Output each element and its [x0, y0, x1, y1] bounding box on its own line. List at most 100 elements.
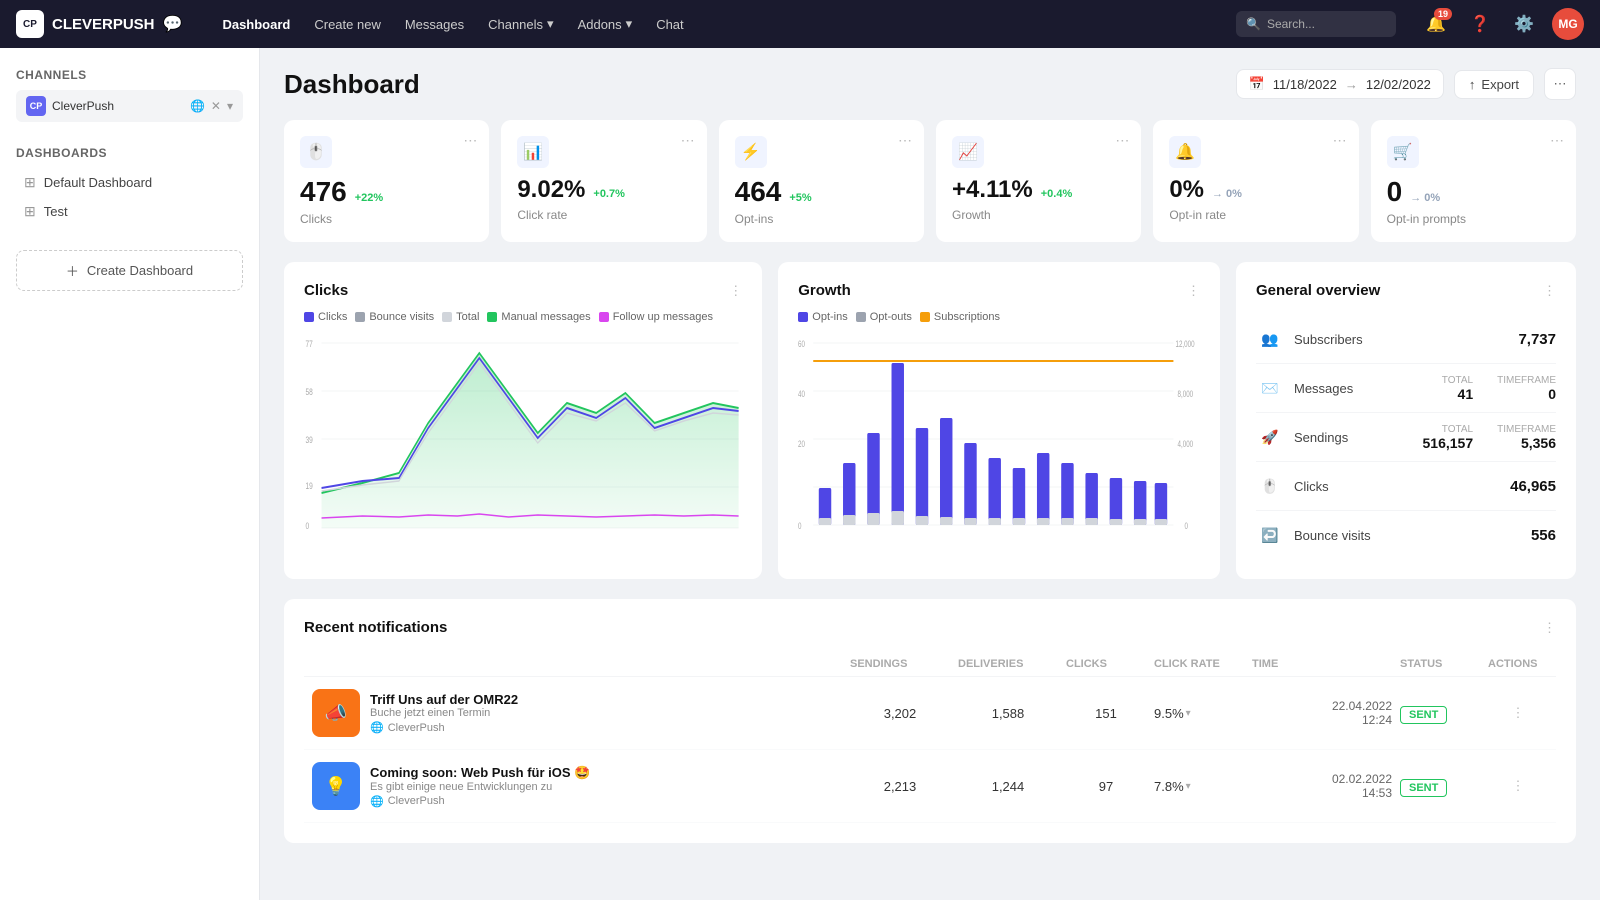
- notif-deliveries-0: 1,588: [958, 706, 1058, 721]
- legend-total: Total: [442, 311, 479, 323]
- notifications-table-header: Sendings Deliveries Clicks Click rate Ti…: [304, 652, 1556, 677]
- sent-badge-1: SENT: [1400, 779, 1447, 797]
- click-rate-value: 9.02%: [517, 178, 585, 202]
- col-status: Status: [1400, 658, 1480, 670]
- sendings-icon: 🚀: [1256, 423, 1284, 451]
- col-click-rate: Click rate: [1154, 658, 1244, 670]
- click-rate-more-button[interactable]: ⋯: [681, 132, 695, 149]
- growth-chart-header: Growth ⋮: [798, 282, 1200, 299]
- notif-thumb-1: 💡: [312, 762, 360, 810]
- notif-actions-0[interactable]: ⋮: [1488, 705, 1548, 721]
- opt-in-prompts-more-button[interactable]: ⋯: [1550, 132, 1564, 149]
- notifications-more[interactable]: ⋮: [1543, 620, 1556, 636]
- clicks-chart-title: Clicks: [304, 282, 348, 299]
- opt-ins-change: +5%: [789, 192, 811, 204]
- svg-text:39: 39: [305, 435, 312, 445]
- create-dashboard-button[interactable]: ＋ Create Dashboard: [16, 250, 243, 291]
- opt-ins-stat-icon: ⚡: [735, 136, 767, 168]
- search-input[interactable]: [1267, 17, 1387, 31]
- opt-ins-more-button[interactable]: ⋯: [898, 132, 912, 149]
- click-rate-change: +0.7%: [593, 188, 625, 200]
- legend-opt-ins-dot: [798, 312, 808, 322]
- channel-tag-cleverpush[interactable]: CP CleverPush 🌐 ✕ ▾: [16, 90, 243, 122]
- clicks-overview-value: 46,965: [1510, 478, 1556, 495]
- opt-in-prompts-stat-icon: 🛒: [1387, 136, 1419, 168]
- col-actions: Actions: [1488, 658, 1548, 670]
- notif-status-0: SENT: [1400, 706, 1480, 721]
- svg-text:4,000: 4,000: [1178, 439, 1194, 449]
- dashboard-more-button[interactable]: ⋯: [1544, 68, 1576, 100]
- legend-clicks-dot: [304, 312, 314, 322]
- export-button[interactable]: ↑ Export: [1454, 70, 1534, 99]
- opt-in-rate-more-button[interactable]: ⋯: [1333, 132, 1347, 149]
- stat-card-growth: 📈 ⋯ +4.11% +0.4% Growth: [936, 120, 1141, 242]
- notif-status-1: SENT: [1400, 779, 1480, 794]
- opt-in-rate-stat-icon: 🔔: [1169, 136, 1201, 168]
- clicks-change: +22%: [355, 192, 383, 204]
- growth-chart-svg: 60 40 20 0 12,000 8,000 4,000 0: [798, 333, 1200, 533]
- date-range-picker[interactable]: 📅 11/18/2022 → 12/02/2022: [1236, 69, 1444, 99]
- dashboard-controls: 📅 11/18/2022 → 12/02/2022 ↑ Export ⋯: [1236, 68, 1576, 100]
- notif-subtitle-1: Es gibt einige neue Entwicklungen zu: [370, 781, 590, 793]
- clicks-chart-card: Clicks ⋮ Clicks Bounce visits Total: [284, 262, 762, 579]
- col-time: Time: [1252, 658, 1392, 670]
- growth-chart-more[interactable]: ⋮: [1187, 283, 1200, 299]
- bounce-overview-label: Bounce visits: [1294, 528, 1531, 543]
- notif-actions-1[interactable]: ⋮: [1488, 778, 1548, 794]
- opt-in-rate-change: → 0%: [1212, 188, 1242, 200]
- logo[interactable]: CP CLEVERPUSH 💬: [16, 10, 182, 38]
- addons-chevron-icon: ▾: [626, 16, 633, 32]
- opt-in-prompts-label: Opt-in prompts: [1387, 212, 1560, 226]
- messages-total-block: TOTAL 41: [1442, 375, 1473, 402]
- bounce-overview-icon: ↩️: [1256, 521, 1284, 549]
- legend-subscriptions-dot: [920, 312, 930, 322]
- subscribers-icon: 👥: [1256, 325, 1284, 353]
- notification-badge: 19: [1434, 8, 1452, 20]
- notifications-button[interactable]: 🔔 19: [1420, 8, 1452, 40]
- clicks-chart-more[interactable]: ⋮: [729, 283, 742, 299]
- legend-followup-dot: [599, 312, 609, 322]
- dashboards-section: Dashboards ⊞ Default Dashboard ⊞ Test: [16, 146, 243, 226]
- nav-dashboard[interactable]: Dashboard: [222, 13, 290, 36]
- notif-name-1: Coming soon: Web Push für iOS 🤩: [370, 765, 590, 781]
- help-button[interactable]: ❓: [1464, 8, 1496, 40]
- overview-row-subscribers: 👥 Subscribers 7,737: [1256, 315, 1556, 364]
- nav-messages[interactable]: Messages: [405, 13, 464, 36]
- notif-deliveries-1: 1,244: [958, 779, 1058, 794]
- clicks-label: Clicks: [300, 212, 473, 226]
- nav-addons[interactable]: Addons ▾: [578, 12, 633, 36]
- growth-change: +0.4%: [1041, 188, 1073, 200]
- click-rate-label: Click rate: [517, 208, 690, 222]
- logo-icon: CP: [16, 10, 44, 38]
- sidebar-item-test[interactable]: ⊞ Test: [16, 197, 243, 226]
- growth-label: Growth: [952, 208, 1125, 222]
- nav-channels[interactable]: Channels ▾: [488, 12, 553, 36]
- overview-row-messages: ✉️ Messages TOTAL 41 TIMEFRAME 0: [1256, 364, 1556, 413]
- legend-bounce: Bounce visits: [355, 311, 434, 323]
- settings-button[interactable]: ⚙️: [1508, 8, 1540, 40]
- svg-text:19: 19: [305, 481, 312, 491]
- col-sendings: Sendings: [850, 658, 950, 670]
- overview-more[interactable]: ⋮: [1543, 283, 1556, 299]
- growth-stat-icon: 📈: [952, 136, 984, 168]
- nav-chat[interactable]: Chat: [656, 13, 683, 36]
- nav-create-new[interactable]: Create new: [314, 13, 380, 36]
- nav-icons: 🔔 19 ❓ ⚙️ MG: [1420, 8, 1584, 40]
- growth-more-button[interactable]: ⋯: [1115, 132, 1129, 149]
- notif-clickrate-1: 7.8% ▾: [1154, 779, 1244, 794]
- stat-card-click-rate: 📊 ⋯ 9.02% +0.7% Click rate: [501, 120, 706, 242]
- user-avatar[interactable]: MG: [1552, 8, 1584, 40]
- page-title: Dashboard: [284, 69, 420, 100]
- stat-card-clicks: 🖱️ ⋯ 476 +22% Clicks: [284, 120, 489, 242]
- channel-tag-close[interactable]: ✕: [211, 99, 221, 113]
- opt-in-rate-value: 0%: [1169, 178, 1204, 202]
- clicks-more-button[interactable]: ⋯: [463, 132, 477, 149]
- clickrate-chevron-0: ▾: [1186, 708, 1191, 719]
- svg-text:40: 40: [798, 389, 805, 399]
- channel-tag-expand[interactable]: ▾: [227, 99, 233, 113]
- messages-label: Messages: [1294, 381, 1442, 396]
- channel-tag-name: CleverPush: [52, 99, 184, 113]
- stat-card-opt-ins: ⚡ ⋯ 464 +5% Opt-ins: [719, 120, 924, 242]
- notif-sendings-0: 3,202: [850, 706, 950, 721]
- sidebar-item-default-dashboard[interactable]: ⊞ Default Dashboard: [16, 168, 243, 197]
